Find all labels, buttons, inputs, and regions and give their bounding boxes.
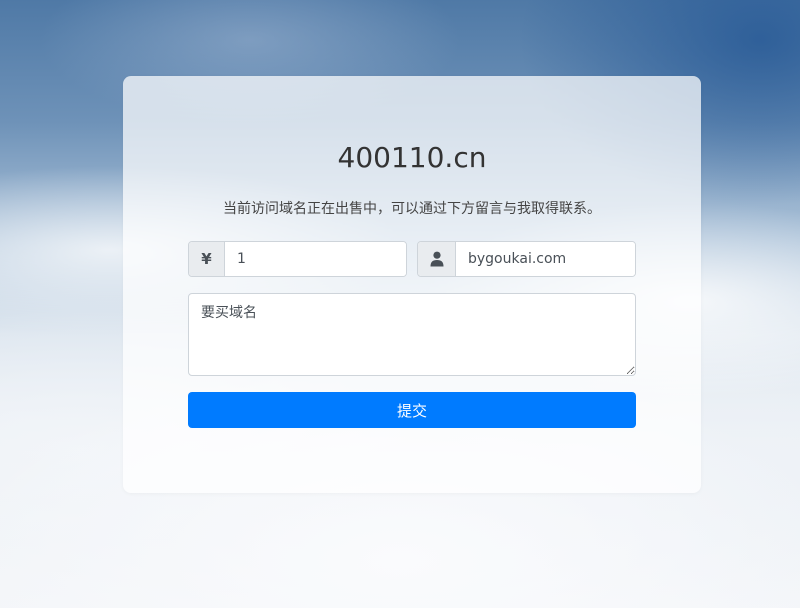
- page-title: 400110.cn: [337, 141, 487, 174]
- user-icon: [418, 242, 456, 276]
- price-input[interactable]: [225, 242, 406, 276]
- price-input-group: ¥: [188, 241, 407, 277]
- message-textarea[interactable]: [188, 293, 636, 376]
- domain-sale-card: 400110.cn 当前访问域名正在出售中，可以通过下方留言与我取得联系。 ¥ …: [123, 76, 701, 493]
- yen-icon: ¥: [189, 242, 225, 276]
- page-subtitle: 当前访问域名正在出售中，可以通过下方留言与我取得联系。: [223, 201, 601, 217]
- contact-input-group: [417, 241, 636, 277]
- submit-button[interactable]: 提交: [188, 392, 636, 428]
- contact-input[interactable]: [456, 242, 635, 276]
